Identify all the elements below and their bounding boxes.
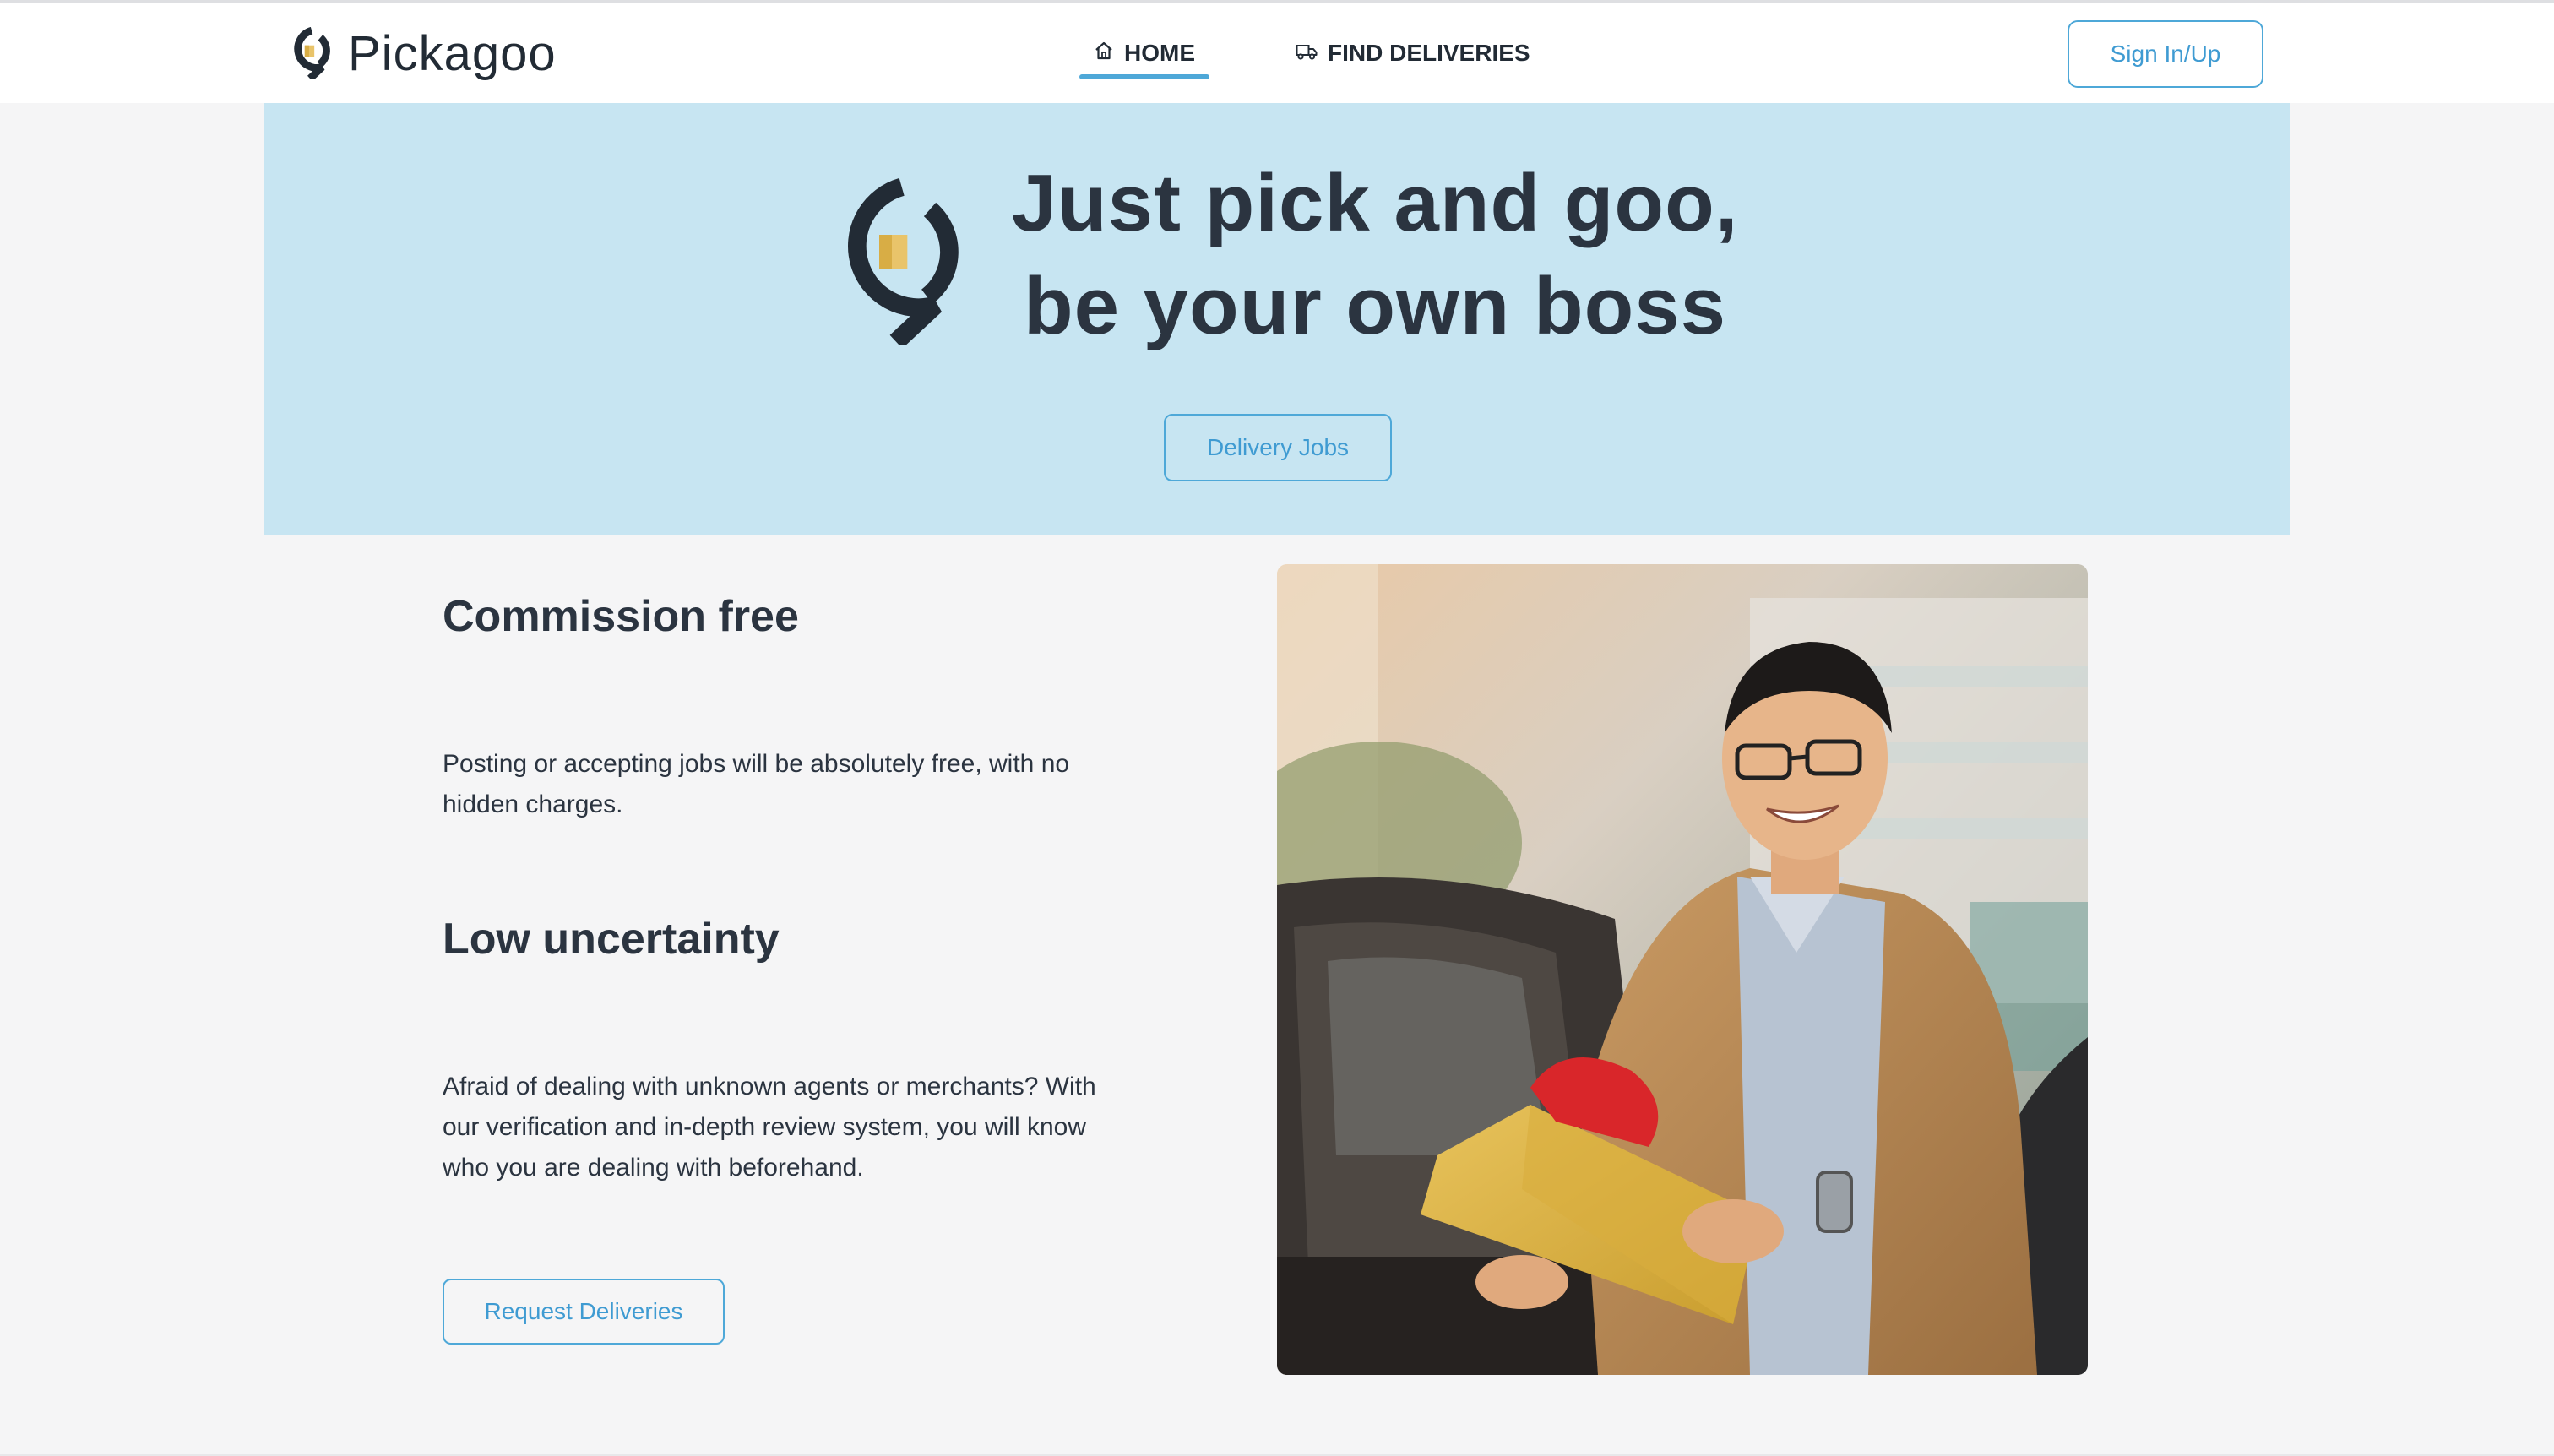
hero-title-line1: Just pick and goo, (1011, 158, 1739, 248)
brand-name: Pickagoo (348, 25, 557, 81)
hero-banner: Just pick and goo, be your own boss Deli… (264, 103, 2290, 535)
delivery-man-photo (1277, 564, 2088, 1375)
delivery-jobs-button[interactable]: Delivery Jobs (1164, 414, 1392, 481)
hero-title-line2: be your own boss (1023, 261, 1727, 351)
nav-find-deliveries[interactable]: FIND DELIVERIES (1282, 3, 1544, 103)
pin-box-logo-icon (287, 27, 333, 79)
nav-find-deliveries-label: FIND DELIVERIES (1328, 40, 1530, 66)
feature-text-commission: Posting or accepting jobs will be absolu… (443, 750, 1070, 818)
hero-pin-box-logo-icon (824, 176, 968, 349)
main-nav: HOME FIND DELIVERIES (1079, 3, 1544, 103)
feature-text-uncertainty: Afraid of dealing with unknown agents or… (443, 1073, 1096, 1182)
home-icon (1094, 40, 1114, 67)
sign-in-up-button[interactable]: Sign In/Up (2068, 20, 2263, 88)
truck-icon (1296, 40, 1318, 67)
nav-home-label: HOME (1124, 40, 1195, 66)
brand-link[interactable]: Pickagoo (287, 24, 557, 83)
request-deliveries-button[interactable]: Request Deliveries (443, 1279, 725, 1345)
feature-title-uncertainty: Low uncertainty (443, 915, 780, 964)
hero-title: Just pick and goo, be your own boss (986, 152, 1763, 358)
nav-home[interactable]: HOME (1079, 3, 1209, 103)
top-navbar: Pickagoo HOME FIND DELIVERIES Sign In/Up (0, 3, 2554, 103)
feature-title-commission: Commission free (443, 592, 799, 641)
